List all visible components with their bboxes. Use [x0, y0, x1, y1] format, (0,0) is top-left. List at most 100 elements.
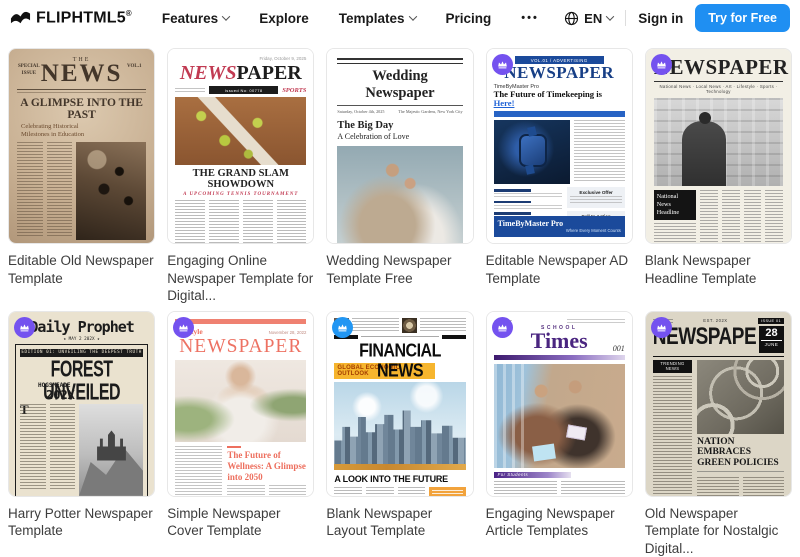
template-thumbnail[interactable]: NEWSPAPER National News · Local News · A… [645, 48, 792, 244]
crown-icon [497, 59, 508, 70]
template-thumbnail[interactable]: Daily Prophet ★ MAY 2 202X ★ EDITION 01:… [8, 311, 155, 497]
globe-icon [564, 11, 579, 26]
template-card[interactable]: Wedding Newspaper Saturday, October 4th,… [326, 48, 473, 305]
text-lines [697, 477, 738, 496]
menu-item-templates[interactable]: Templates [339, 11, 416, 26]
premium-badge [492, 54, 513, 75]
sidebar-header: TRENDING NEWS [653, 360, 692, 373]
masthead: Wedding Newspaper [337, 68, 462, 102]
masthead: NEWSPAPER [175, 337, 306, 357]
menu-item-features[interactable]: Features [162, 11, 229, 26]
template-title[interactable]: Old Newspaper Template for Nostalgic Dig… [645, 505, 792, 557]
headline: THE GRAND SLAM SHOWDOWN [175, 168, 306, 190]
template-card[interactable]: FINANCIAL NEWS GLOBAL ECONOMIC OUTLOOK A… [326, 311, 473, 557]
castle-silhouette [97, 429, 126, 460]
template-title[interactable]: Blank Newspaper Layout Template [326, 505, 473, 540]
headline: The Future of Wellness: A Glimpse into 2… [227, 450, 306, 482]
template-card[interactable]: SPECIAL ISSUE THE NEWS VOL.1 A GLIMPSE I… [8, 48, 155, 305]
more-menu-button[interactable]: ••• [521, 12, 539, 24]
template-card[interactable]: JUL 202X SCHOOL Times 001 For Students E… [486, 311, 633, 557]
page-frame: EDITION 01: UNVEILING THE DEEPEST TRUTH … [15, 344, 148, 497]
newspaper-art: Wedding Newspaper Saturday, October 4th,… [327, 49, 472, 243]
headline-accent: Here! [494, 98, 515, 108]
text-lines [20, 404, 46, 490]
template-card[interactable]: VOL.01 / ADVERTISING NEWSPAPER TimeByMas… [486, 48, 633, 305]
template-thumbnail[interactable]: Lifestyle November 28, 2022 NEWSPAPER Th… [167, 311, 314, 497]
newspaper-art: SPECIAL ISSUE THE NEWS VOL.1 A GLIMPSE I… [9, 49, 154, 243]
premium-badge [492, 317, 513, 338]
template-card[interactable]: NEWSPAPER National News · Local News · A… [645, 48, 792, 305]
template-card[interactable]: Friday, October 9, 2025 NEWSPAPER Issued… [167, 48, 314, 305]
text-lines [175, 88, 205, 92]
template-grid-row-2: Daily Prophet ★ MAY 2 202X ★ EDITION 01:… [0, 305, 800, 557]
template-thumbnail[interactable]: VOL.01 / ADVERTISING NEWSPAPER TimeByMas… [486, 48, 633, 244]
date-line: Saturday, October 4th, 2025 [337, 109, 384, 114]
template-thumbnail[interactable]: EST. 202X ISSUE 01 NEWSPAPER 28 JUNE TRE… [645, 311, 792, 497]
template-title[interactable]: Wedding Newspaper Template Free [326, 252, 473, 287]
rule [654, 81, 783, 82]
issue-bar: Issued No: 00778 [209, 86, 278, 94]
fliphtml5-logo[interactable]: FLIPHTML5® [10, 9, 132, 27]
template-thumbnail[interactable]: FINANCIAL NEWS GLOBAL ECONOMIC OUTLOOK A… [326, 311, 473, 497]
date-box: 28 JUNE [759, 326, 784, 353]
premium-badge [651, 54, 672, 75]
watch-shape [519, 134, 547, 167]
text-lines [494, 205, 563, 210]
template-thumbnail[interactable]: Wedding Newspaper Saturday, October 4th,… [326, 48, 473, 244]
newspaper-art: FINANCIAL NEWS GLOBAL ECONOMIC OUTLOOK A… [327, 312, 472, 496]
text-lines [17, 92, 146, 95]
template-card[interactable]: Daily Prophet ★ MAY 2 202X ★ EDITION 01:… [8, 311, 155, 557]
rule [361, 336, 438, 337]
registered-mark: ® [126, 9, 132, 18]
kicker: SPECIAL ISSUE [17, 57, 41, 86]
text-lines [654, 223, 697, 244]
fliphtml5-logo-icon [10, 9, 31, 26]
book-shape [566, 425, 587, 441]
crown-icon [497, 322, 508, 333]
feature-heading-bar [494, 189, 532, 192]
date-line: ★ MAY 2 202X ★ [15, 337, 148, 342]
headline: A GLIMPSE INTO THE PAST [17, 97, 146, 121]
text-lines [398, 487, 426, 497]
template-title[interactable]: Blank Newspaper Headline Template [645, 252, 792, 287]
location-line: The Majestic Gardens, New York City [398, 109, 462, 114]
headline: The Big Day [337, 120, 462, 131]
menu-item-explore[interactable]: Explore [259, 11, 309, 26]
masthead: FINANCIAL NEWS [334, 341, 465, 363]
newspaper-art: VOL.01 / ADVERTISING NEWSPAPER TimeByMas… [487, 49, 632, 243]
template-title[interactable]: Engaging Newspaper Article Templates [486, 505, 633, 540]
text-lines [570, 196, 621, 205]
language-selector[interactable]: EN [564, 11, 613, 26]
template-title[interactable]: Editable Newspaper AD Template [486, 252, 633, 287]
template-thumbnail[interactable]: JUL 202X SCHOOL Times 001 For Students [486, 311, 633, 497]
template-title[interactable]: Editable Old Newspaper Template [8, 252, 155, 287]
template-card[interactable]: EST. 202X ISSUE 01 NEWSPAPER 28 JUNE TRE… [645, 311, 792, 557]
headline: A LOOK INTO THE FUTURE [334, 474, 465, 484]
sidebar-block [429, 487, 465, 497]
kicker-bar [227, 446, 241, 449]
template-title[interactable]: Engaging Online Newspaper Template for D… [167, 252, 314, 305]
mini-photo [402, 318, 417, 333]
template-title[interactable]: Simple Newspaper Cover Template [167, 505, 314, 540]
water-strip [334, 464, 465, 470]
try-for-free-button[interactable]: Try for Free [695, 4, 790, 32]
date-line: November 28, 2022 [269, 330, 307, 335]
sign-in-link[interactable]: Sign in [638, 11, 683, 26]
rule [17, 89, 146, 90]
text-lines [17, 142, 43, 238]
issue-chip: ISSUE 01 [758, 318, 784, 324]
text-lines [743, 477, 784, 496]
template-thumbnail[interactable]: Friday, October 9, 2025 NEWSPAPER Issued… [167, 48, 314, 244]
template-thumbnail[interactable]: SPECIAL ISSUE THE NEWS VOL.1 A GLIMPSE I… [8, 48, 155, 244]
smartwatch-photo [494, 120, 570, 184]
newspaper-art: EST. 202X ISSUE 01 NEWSPAPER 28 JUNE TRE… [646, 312, 791, 496]
text-lines [175, 200, 205, 244]
template-card[interactable]: Lifestyle November 28, 2022 NEWSPAPER Th… [167, 311, 314, 557]
masthead: NEWSPAPER [494, 64, 625, 83]
newspaper-art: Friday, October 9, 2025 NEWSPAPER Issued… [168, 49, 313, 243]
volume-label: VOL.1 [122, 57, 146, 86]
template-title[interactable]: Harry Potter Newspaper Template [8, 505, 155, 540]
text-lines [697, 471, 784, 474]
main-menu: Features Explore Templates Pricing ••• [162, 11, 539, 26]
menu-item-pricing[interactable]: Pricing [446, 11, 492, 26]
